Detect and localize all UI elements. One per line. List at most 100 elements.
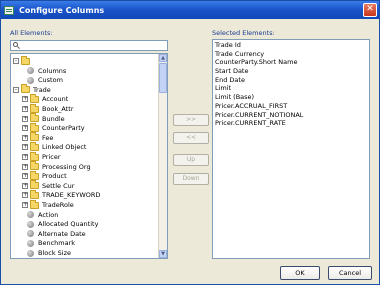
folder-icon xyxy=(30,103,39,113)
scroll-thumb[interactable] xyxy=(159,63,167,93)
folder-icon xyxy=(21,84,30,94)
expand-icon[interactable]: + xyxy=(22,192,28,199)
selected-list-item[interactable]: Trade Id xyxy=(215,41,367,50)
tree-item-label: Trade xyxy=(33,85,51,94)
selected-elements-label: Selected Elements: xyxy=(212,29,275,37)
tree-item-label: Product xyxy=(42,172,67,181)
field-icon xyxy=(27,249,34,257)
folder-icon xyxy=(30,180,39,190)
collapse-icon[interactable]: - xyxy=(13,58,19,64)
field-icon xyxy=(27,230,34,238)
expand-icon[interactable]: + xyxy=(22,134,28,141)
selected-list-item[interactable]: CounterParty.Short Name xyxy=(215,58,367,67)
field-icon xyxy=(27,76,34,84)
field-icon xyxy=(27,239,34,247)
selected-list-item[interactable]: Limit (Base) xyxy=(215,93,367,102)
expand-icon[interactable]: + xyxy=(22,173,28,180)
tree-leaf-item[interactable]: Alternate Date xyxy=(26,229,86,239)
folder-icon xyxy=(30,141,39,151)
tree-item-label: CounterParty xyxy=(42,124,85,133)
selected-list-item[interactable]: Pricer.CURRENT_RATE xyxy=(215,119,367,128)
tree-item-label: Action xyxy=(38,210,59,219)
field-icon xyxy=(27,220,34,228)
tree-item-label: Linked Object xyxy=(42,143,87,152)
tree-item-label: Settle Cur xyxy=(42,181,75,190)
tree-leaf-item[interactable]: Custom xyxy=(26,75,63,85)
folder-icon xyxy=(30,93,39,103)
tree-folder-item[interactable]: + Account xyxy=(22,93,69,104)
search-input[interactable] xyxy=(22,41,162,50)
tree-item-label: Block Size xyxy=(38,249,71,257)
search-box[interactable] xyxy=(10,40,168,51)
tree-folder-item[interactable]: + Pricer xyxy=(22,151,61,162)
selected-list-item[interactable]: Pricer.ACCRUAL_FIRST xyxy=(215,102,367,111)
tree-leaf-item[interactable]: Action xyxy=(26,210,58,220)
tree-leaf-item[interactable]: Columns xyxy=(26,66,66,76)
close-button[interactable]: ✕ xyxy=(363,3,377,17)
cancel-button[interactable]: Cancel xyxy=(328,266,372,280)
tree-item-label: TradeRole xyxy=(42,201,74,209)
configure-columns-dialog: Configure Columns ✕ All Elements: ▲ ▼ - C… xyxy=(0,0,380,285)
selected-list-item[interactable]: Pricer.CURRENT_NOTIONAL xyxy=(215,111,367,120)
selected-list-item[interactable]: Start Date xyxy=(215,67,367,76)
folder-icon xyxy=(30,161,39,171)
tree-item-label: Alternate Date xyxy=(38,229,86,238)
tree-item-label: Account xyxy=(42,95,69,104)
remove-button[interactable]: << xyxy=(173,132,209,144)
expand-icon[interactable]: + xyxy=(22,202,28,208)
expand-icon[interactable]: + xyxy=(22,115,28,122)
table-icon xyxy=(4,5,15,16)
ok-button[interactable]: OK xyxy=(280,266,320,280)
tree-item-label: Allocated Quantity xyxy=(38,220,99,229)
all-elements-label: All Elements: xyxy=(10,29,53,37)
folder-icon xyxy=(21,55,30,65)
add-button[interactable]: >> xyxy=(173,114,209,126)
tree-item-label: TRADE_KEYWORD xyxy=(42,191,101,200)
tree-item-label: Fee xyxy=(42,133,54,142)
expand-icon[interactable]: + xyxy=(22,125,28,132)
scroll-down-icon[interactable]: ▼ xyxy=(159,250,167,258)
title-bar[interactable]: Configure Columns ✕ xyxy=(1,1,379,19)
folder-icon xyxy=(30,170,39,180)
expand-icon[interactable]: + xyxy=(22,144,28,151)
tree-leaf-item[interactable]: Benchmark xyxy=(26,238,75,248)
folder-icon xyxy=(30,189,39,199)
expand-icon[interactable]: + xyxy=(22,96,28,103)
expand-icon[interactable]: + xyxy=(22,154,28,160)
selected-elements-list[interactable]: Trade Id Trade Currency CounterParty.Short… xyxy=(212,39,370,259)
tree-item-label: Book_Attr xyxy=(42,105,74,113)
tree-item-label: Benchmark xyxy=(38,239,76,248)
expand-icon[interactable]: + xyxy=(22,106,28,112)
expand-icon[interactable]: + xyxy=(22,182,28,189)
all-elements-tree[interactable]: ▲ ▼ - Columns Custom - Trade + Account + Book_At… xyxy=(10,53,168,259)
tree-leaf-item[interactable]: Allocated Quantity xyxy=(26,219,98,229)
move-down-button[interactable]: Down xyxy=(173,173,209,185)
tree-folder-item[interactable]: + Fee xyxy=(22,132,54,143)
folder-icon xyxy=(30,132,39,142)
window-title: Configure Columns xyxy=(19,5,105,15)
collapse-icon[interactable]: - xyxy=(13,86,19,93)
selected-list-item[interactable]: Limit xyxy=(215,84,367,93)
field-icon xyxy=(27,67,34,75)
folder-icon xyxy=(30,151,39,161)
tree-scrollbar[interactable]: ▲ ▼ xyxy=(158,54,167,258)
search-icon xyxy=(13,42,20,49)
tree-item-label: Columns xyxy=(38,66,67,75)
tree-leaf-item[interactable]: Block Size xyxy=(26,248,71,258)
scroll-up-icon[interactable]: ▲ xyxy=(159,54,167,62)
folder-icon xyxy=(30,199,39,209)
tree-item-label: Custom xyxy=(38,76,63,85)
tree-folder-item[interactable]: + Product xyxy=(22,170,67,181)
selected-list-item[interactable]: Trade Currency xyxy=(215,50,367,59)
tree-folder-item[interactable]: + TradeRole xyxy=(22,199,74,210)
field-icon xyxy=(27,211,34,219)
tree-folder-item[interactable]: - xyxy=(13,55,33,66)
tree-folder-item[interactable]: + Bundle xyxy=(22,113,65,124)
move-up-button[interactable]: Up xyxy=(173,154,209,166)
tree-item-label: Processing Org xyxy=(42,162,91,171)
folder-icon xyxy=(30,113,39,123)
tree-item-label: Pricer xyxy=(42,153,61,161)
selected-list-item[interactable]: End Date xyxy=(215,76,367,85)
expand-icon[interactable]: + xyxy=(22,163,28,170)
folder-icon xyxy=(30,122,39,132)
